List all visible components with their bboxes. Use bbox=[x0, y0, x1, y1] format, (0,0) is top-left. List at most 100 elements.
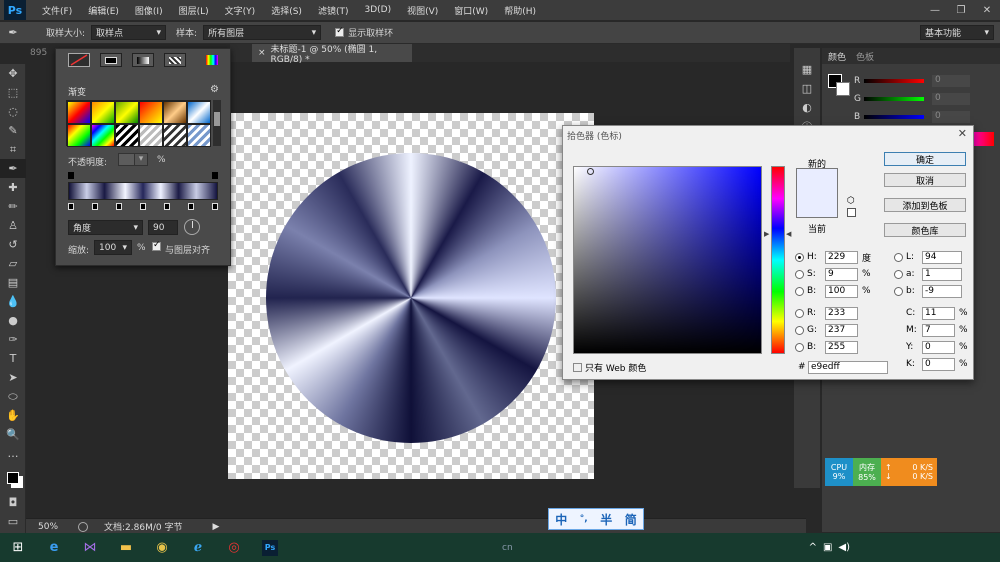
file-explorer-icon[interactable]: ▬ bbox=[108, 533, 144, 562]
preset-swatch[interactable] bbox=[187, 124, 211, 147]
preset-swatch[interactable] bbox=[187, 101, 211, 124]
preset-swatch[interactable] bbox=[91, 124, 115, 147]
screen-mode-icon[interactable]: ▭ bbox=[0, 512, 26, 531]
gradient-type-none-icon[interactable] bbox=[68, 53, 90, 67]
s-input[interactable]: 9 bbox=[825, 267, 858, 281]
gradient-type-solid-icon[interactable] bbox=[100, 53, 122, 67]
preset-swatch[interactable] bbox=[163, 101, 187, 124]
status-menu-arrow-icon[interactable]: ▶ bbox=[212, 522, 219, 532]
menu-type[interactable]: 文字(Y) bbox=[217, 4, 264, 17]
status-info-icon[interactable] bbox=[78, 521, 88, 532]
preset-swatch[interactable] bbox=[139, 101, 163, 124]
netease-music-icon[interactable]: ◎ bbox=[216, 533, 252, 562]
restore-icon[interactable]: ❐ bbox=[948, 0, 974, 20]
hue-slider[interactable] bbox=[771, 166, 785, 354]
menu-select[interactable]: 选择(S) bbox=[263, 4, 310, 17]
photoshop-taskbar-icon[interactable]: Ps bbox=[252, 533, 288, 562]
align-layer-checkbox[interactable] bbox=[152, 240, 161, 251]
color-stop[interactable] bbox=[116, 203, 122, 210]
ime-punctuation[interactable]: °, bbox=[580, 514, 588, 524]
r-value[interactable]: 0 bbox=[932, 75, 970, 87]
dodge-tool-icon[interactable]: ● bbox=[0, 311, 26, 330]
preset-swatch[interactable] bbox=[163, 124, 187, 147]
angle-input[interactable]: 90 bbox=[148, 220, 178, 235]
network-icon[interactable]: ▣ bbox=[823, 542, 832, 553]
color-stop[interactable] bbox=[212, 203, 218, 210]
eraser-tool-icon[interactable]: ▱ bbox=[0, 254, 26, 273]
s-radio[interactable] bbox=[795, 269, 804, 279]
menu-edit[interactable]: 编辑(E) bbox=[80, 4, 127, 17]
lasso-tool-icon[interactable]: ◌ bbox=[0, 102, 26, 121]
spectrum-icon[interactable] bbox=[206, 55, 218, 65]
color-stop[interactable] bbox=[188, 203, 194, 210]
ime-half-width[interactable]: 半 bbox=[600, 511, 612, 528]
ie-browser-icon[interactable]: ℯ bbox=[180, 533, 216, 562]
y-input[interactable]: 0 bbox=[922, 340, 955, 354]
menu-3d[interactable]: 3D(D) bbox=[356, 5, 399, 15]
add-to-swatches-button[interactable]: 添加到色板 bbox=[884, 198, 966, 212]
eyedropper-icon[interactable]: ✒ bbox=[0, 26, 26, 39]
workspace-select[interactable]: 基本功能 ▾ bbox=[920, 25, 994, 40]
history-brush-icon[interactable]: ↺ bbox=[0, 235, 26, 254]
h-input[interactable]: 229 bbox=[825, 250, 858, 264]
r-slider[interactable] bbox=[864, 79, 924, 83]
hue-slider-arrow-right[interactable]: ◀ bbox=[786, 230, 791, 238]
background-color-swatch[interactable] bbox=[836, 82, 850, 96]
g-slider[interactable] bbox=[864, 97, 924, 101]
presets-scrollbar[interactable] bbox=[213, 100, 221, 146]
tab-close-icon[interactable]: × bbox=[258, 48, 266, 58]
web-safe-swatch-icon[interactable] bbox=[847, 208, 856, 217]
hue-slider-arrow-left[interactable]: ▶ bbox=[764, 230, 769, 238]
color-stop[interactable] bbox=[68, 203, 74, 210]
ime-simplified[interactable]: 简 bbox=[625, 511, 637, 528]
move-tool-icon[interactable]: ✥ bbox=[0, 64, 26, 83]
menu-layer[interactable]: 图层(L) bbox=[171, 4, 217, 17]
brightness-input[interactable]: 100 bbox=[825, 284, 858, 298]
gear-icon[interactable]: ⚙ bbox=[210, 84, 219, 95]
path-select-icon[interactable]: ➤ bbox=[0, 368, 26, 387]
crop-tool-icon[interactable]: ⌗ bbox=[0, 140, 26, 159]
sample-size-select[interactable]: 取样点 ▾ bbox=[91, 25, 167, 40]
b-value[interactable]: 0 bbox=[932, 111, 970, 123]
ime-chinese-mode[interactable]: 中 bbox=[555, 511, 567, 528]
opacity-stop-right[interactable] bbox=[212, 172, 218, 179]
saturation-brightness-field[interactable] bbox=[573, 166, 762, 354]
chrome-icon[interactable]: ◉ bbox=[144, 533, 180, 562]
properties-panel-icon[interactable]: ◫ bbox=[794, 79, 820, 98]
c-input[interactable]: 11 bbox=[922, 306, 955, 320]
quick-select-tool-icon[interactable]: ✎ bbox=[0, 121, 26, 140]
hand-tool-icon[interactable]: ✋ bbox=[0, 406, 26, 425]
close-icon[interactable]: ✕ bbox=[974, 0, 1000, 20]
b-slider[interactable] bbox=[864, 115, 924, 119]
menu-filter[interactable]: 滤镜(T) bbox=[310, 4, 357, 17]
ok-button[interactable]: 确定 bbox=[884, 152, 966, 166]
zoom-tool-icon[interactable]: 🔍 bbox=[0, 425, 26, 444]
color-stop[interactable] bbox=[164, 203, 170, 210]
show-ring-checkbox[interactable] bbox=[335, 26, 345, 37]
adjustments-panel-icon[interactable]: ◐ bbox=[794, 98, 820, 117]
sample-select[interactable]: 所有图层 ▾ bbox=[203, 25, 322, 40]
preset-swatch[interactable] bbox=[91, 101, 115, 124]
opacity-stop-left[interactable] bbox=[68, 172, 74, 179]
more-tools-icon[interactable]: … bbox=[0, 444, 26, 463]
menu-file[interactable]: 文件(F) bbox=[34, 4, 80, 17]
minimize-icon[interactable]: — bbox=[922, 0, 948, 20]
menu-image[interactable]: 图像(I) bbox=[127, 4, 171, 17]
menu-window[interactable]: 窗口(W) bbox=[446, 4, 496, 17]
g-radio[interactable] bbox=[795, 325, 804, 335]
current-color-preview[interactable] bbox=[796, 193, 838, 218]
scale-input[interactable]: 100 ▾ bbox=[94, 240, 132, 255]
color-libraries-button[interactable]: 颜色库 bbox=[884, 223, 966, 237]
preset-swatch[interactable] bbox=[115, 124, 139, 147]
eyedropper-tool-icon[interactable]: ✒ bbox=[0, 159, 26, 178]
marquee-tool-icon[interactable]: ⬚ bbox=[0, 83, 26, 102]
g-input[interactable]: 237 bbox=[825, 323, 858, 337]
angle-dial-icon[interactable] bbox=[184, 219, 200, 235]
preset-swatch[interactable] bbox=[139, 124, 163, 147]
stamp-tool-icon[interactable]: ♙ bbox=[0, 216, 26, 235]
history-panel-icon[interactable]: ▦ bbox=[794, 60, 820, 79]
r-radio[interactable] bbox=[795, 308, 804, 318]
document-tab[interactable]: × 未标题-1 @ 50% (椭圆 1, RGB/8) * bbox=[252, 44, 412, 65]
opacity-dropdown[interactable]: ▾ bbox=[134, 153, 148, 166]
windows-start-icon[interactable]: ⊞ bbox=[0, 533, 36, 562]
